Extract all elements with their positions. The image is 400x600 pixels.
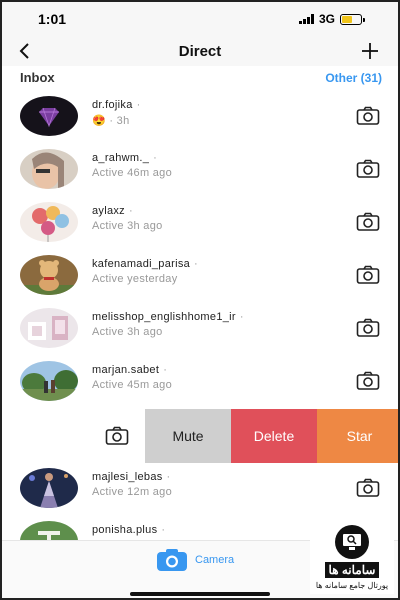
thread-status: Active yesterday <box>92 273 178 285</box>
camera-icon[interactable] <box>356 159 380 179</box>
balloons-avatar[interactable] <box>20 202 78 242</box>
delete-button[interactable]: Delete <box>231 409 317 463</box>
toy-avatar[interactable] <box>20 255 78 295</box>
phone-screen: 1:01 3G Direct Inbox Other (31) dr.fojik… <box>0 0 400 600</box>
thread-row[interactable]: majlesi_lebas · Active 12m ago <box>2 464 398 517</box>
watermark-subtitle: پورتال جامع سامانه ها <box>315 581 389 590</box>
diamond-avatar[interactable] <box>20 96 78 136</box>
online-dot: · <box>128 205 133 217</box>
thread-row[interactable]: aylaxz · Active 3h ago <box>2 198 398 251</box>
thread-row[interactable]: a_rahwm._ · Active 46m ago <box>2 145 398 198</box>
online-dot: · <box>153 152 158 164</box>
watermark-title: سامانه ها <box>324 562 380 578</box>
camera-button-label: Camera <box>195 554 235 566</box>
thread-status: Active 3h ago <box>92 326 163 338</box>
thread-status: Active 46m ago <box>92 167 173 179</box>
online-dot: · <box>136 99 141 111</box>
search-monitor-icon <box>335 525 369 559</box>
camera-icon[interactable] <box>356 318 380 338</box>
signal-icon <box>298 14 314 24</box>
fashion-avatar[interactable] <box>20 468 78 508</box>
thread-name: majlesi_lebas <box>92 471 163 483</box>
watermark-logo: سامانه ها پورتال جامع سامانه ها <box>310 520 394 594</box>
mute-button[interactable]: Mute <box>145 409 231 463</box>
thread-name: aylaxz <box>92 205 125 217</box>
camera-icon <box>157 549 187 571</box>
thread-row[interactable]: kafenamadi_parisa · Active yesterday <box>2 251 398 304</box>
status-indicators: 3G <box>298 12 365 26</box>
thread-name: melisshop_englishhome1_ir <box>92 311 236 323</box>
shop-avatar[interactable] <box>20 308 78 348</box>
camera-icon[interactable] <box>105 426 129 446</box>
camera-icon[interactable] <box>356 106 380 126</box>
home-indicator[interactable] <box>130 592 270 596</box>
camera-icon[interactable] <box>356 478 380 498</box>
thread-row[interactable]: marjan.sabet · Active 45m ago <box>2 357 398 410</box>
park-avatar[interactable] <box>20 361 78 401</box>
online-dot: · <box>239 311 244 323</box>
new-message-plus-icon[interactable] <box>360 41 380 61</box>
thread-name: a_rahwm._ <box>92 152 150 164</box>
face-avatar[interactable] <box>20 149 78 189</box>
network-label: 3G <box>318 12 335 26</box>
nav-bar: Direct <box>2 36 398 66</box>
thread-row[interactable]: melisshop_englishhome1_ir · Active 3h ago <box>2 304 398 357</box>
swiped-thread-row[interactable]: Mute Delete Star <box>2 409 398 463</box>
thread-name: kafenamadi_parisa <box>92 258 191 270</box>
camera-button[interactable]: Camera <box>157 549 234 571</box>
star-button[interactable]: Star <box>317 409 398 463</box>
thread-name: dr.fojika <box>92 99 133 111</box>
inbox-title: Inbox <box>20 70 55 85</box>
thread-status: Active 3h ago <box>92 220 163 232</box>
camera-icon[interactable] <box>356 371 380 391</box>
page-title: Direct <box>178 43 222 60</box>
status-bar: 1:01 3G <box>2 2 398 36</box>
status-time: 1:01 <box>38 11 67 27</box>
battery-icon <box>340 13 365 25</box>
thread-status: Active 45m ago <box>92 379 173 391</box>
online-dot: · <box>161 524 166 536</box>
camera-icon[interactable] <box>356 265 380 285</box>
inbox-header: Inbox Other (31) <box>2 66 398 90</box>
thread-status: 😍 · 3h <box>92 115 130 127</box>
online-dot: · <box>166 471 171 483</box>
camera-icon[interactable] <box>356 212 380 232</box>
thread-name: ponisha.plus <box>92 524 158 536</box>
thread-row[interactable]: dr.fojika · 😍 · 3h <box>2 92 398 145</box>
online-dot: · <box>163 364 168 376</box>
online-dot: · <box>194 258 199 270</box>
other-requests-link[interactable]: Other (31) <box>325 71 382 85</box>
thread-status: Active 12m ago <box>92 486 173 498</box>
thread-name: marjan.sabet <box>92 364 160 376</box>
